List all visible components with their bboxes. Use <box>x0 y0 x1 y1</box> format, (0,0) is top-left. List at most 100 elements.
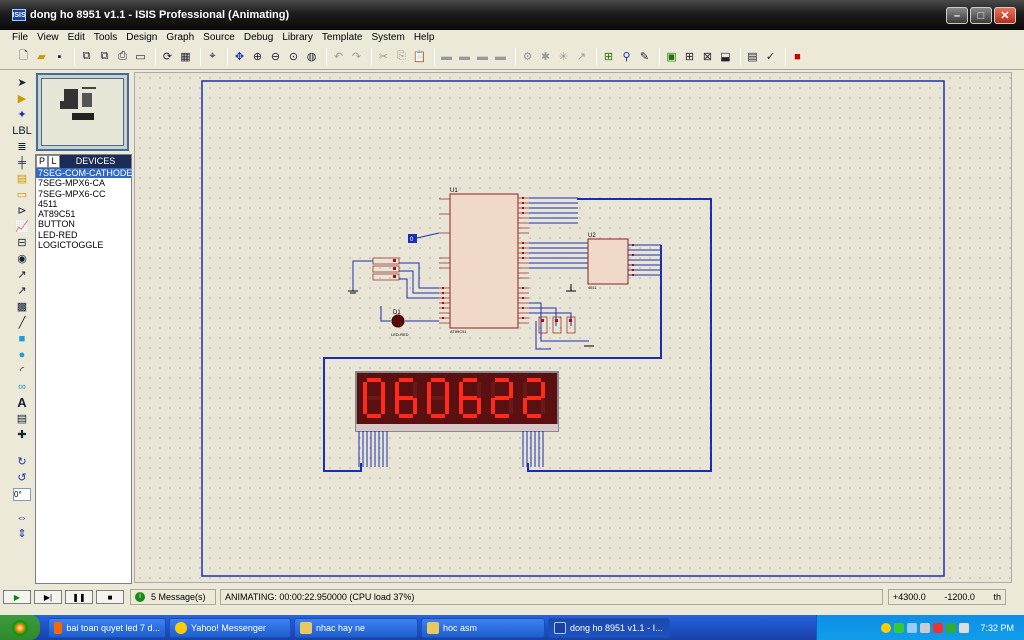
menu-tools[interactable]: Tools <box>94 32 117 43</box>
start-button[interactable] <box>0 615 40 640</box>
zoom-all-icon[interactable]: ⊙ <box>286 49 301 64</box>
text-2d-icon[interactable]: A <box>14 395 30 410</box>
menu-system[interactable]: System <box>371 32 404 43</box>
import-icon[interactable]: ⧉ <box>79 49 94 64</box>
menu-template[interactable]: Template <box>322 32 363 43</box>
device-pins-icon[interactable]: ⊳ <box>14 203 30 218</box>
network-tray-icon[interactable] <box>907 622 918 633</box>
print-area-icon[interactable]: ▭ <box>133 49 148 64</box>
bill-of-materials-icon[interactable]: ▤ <box>745 49 760 64</box>
make-device-icon[interactable]: ✱ <box>538 49 553 64</box>
taskbar-item[interactable]: hoc asm <box>421 617 545 638</box>
pause-button[interactable]: ❚❚ <box>65 590 93 604</box>
selection-mode-icon[interactable]: ➤ <box>14 75 30 90</box>
rotate-clockwise-icon[interactable]: ↻ <box>14 454 30 469</box>
taskbar-item[interactable]: bai toan quyet led 7 d... <box>48 617 166 638</box>
messages-box[interactable]: i 5 Message(s) <box>130 589 216 605</box>
device-item[interactable]: 7SEG-COM-CATHODE <box>36 168 132 179</box>
paste-icon[interactable]: 📋 <box>412 49 427 64</box>
export-icon[interactable]: ⧉ <box>97 49 112 64</box>
taskbar-item[interactable]: nhac hay ne <box>294 617 418 638</box>
box-2d-icon[interactable]: ■ <box>14 331 30 346</box>
remove-sheet-icon[interactable]: ⊠ <box>700 49 715 64</box>
redo-icon[interactable]: ↷ <box>349 49 364 64</box>
decompose-icon[interactable]: ↗ <box>574 49 589 64</box>
pick-device-button[interactable]: P <box>36 155 48 168</box>
add-sheet-icon[interactable]: ⊞ <box>682 49 697 64</box>
menu-debug[interactable]: Debug <box>244 32 273 43</box>
taskbar-item[interactable]: Yahoo! Messenger <box>169 617 291 638</box>
origin-icon[interactable]: ⌖ <box>205 49 220 64</box>
rotation-angle-field[interactable] <box>13 488 31 501</box>
path-2d-icon[interactable]: ∞ <box>14 379 30 394</box>
menu-file[interactable]: File <box>12 32 28 43</box>
wire-label-icon[interactable]: LBL <box>12 123 32 138</box>
electrical-check-icon[interactable]: ✓ <box>763 49 778 64</box>
schematic-canvas[interactable]: U1 AT89C51 U2 4511 0 D1 LED-RED <box>134 72 1012 583</box>
device-item[interactable]: LOGICTOGGLE <box>36 240 131 250</box>
volume-tray-icon[interactable] <box>959 622 970 633</box>
property-tool-icon[interactable]: ✎ <box>637 49 652 64</box>
flag-tray-icon[interactable] <box>894 622 905 633</box>
rotate-anticlockwise-icon[interactable]: ↺ <box>14 470 30 485</box>
mirror-x-icon[interactable]: ⇔ <box>14 510 30 525</box>
circle-2d-icon[interactable]: ● <box>14 347 30 362</box>
wire-autorouter-icon[interactable]: ⊞ <box>601 49 616 64</box>
marker-2d-icon[interactable]: ✚ <box>14 427 30 442</box>
junction-dot-icon[interactable]: ✦ <box>14 107 30 122</box>
save-icon[interactable]: ▪ <box>52 49 67 64</box>
device-item[interactable]: LED-RED <box>36 230 131 240</box>
tape-recorder-icon[interactable]: ⊟ <box>14 235 30 250</box>
stop-button[interactable]: ■ <box>96 590 124 604</box>
virtual-instruments-icon[interactable]: ▩ <box>14 299 30 314</box>
close-button[interactable]: ✕ <box>994 7 1016 24</box>
play-button[interactable]: ▶ <box>3 590 31 604</box>
block-delete-icon[interactable]: ▬ <box>493 49 508 64</box>
menu-view[interactable]: View <box>37 32 59 43</box>
graph-mode-icon[interactable]: 📈 <box>14 219 30 234</box>
menu-help[interactable]: Help <box>414 32 435 43</box>
block-move-icon[interactable]: ▬ <box>457 49 472 64</box>
menu-design[interactable]: Design <box>126 32 157 43</box>
symbol-2d-icon[interactable]: ▤ <box>14 411 30 426</box>
generator-icon[interactable]: ◉ <box>14 251 30 266</box>
device-item[interactable]: 4511 <box>36 199 131 209</box>
block-rotate-icon[interactable]: ▬ <box>475 49 490 64</box>
step-button[interactable]: ▶| <box>34 590 62 604</box>
zoom-in-icon[interactable]: ⊕ <box>250 49 265 64</box>
block-copy-icon[interactable]: ▬ <box>439 49 454 64</box>
pick-device-icon[interactable]: ⚙ <box>520 49 535 64</box>
subcircuit-icon[interactable]: ▤ <box>14 171 30 186</box>
new-file-icon[interactable]: 🗋 <box>16 49 31 64</box>
arc-2d-icon[interactable]: ◜ <box>14 363 30 378</box>
device-item[interactable]: 7SEG-MPX6-CA <box>36 178 131 188</box>
cut-icon[interactable]: ✂ <box>376 49 391 64</box>
device-item[interactable]: 7SEG-MPX6-CC <box>36 189 131 199</box>
messenger-tray-icon[interactable] <box>881 622 892 633</box>
menu-edit[interactable]: Edit <box>68 32 85 43</box>
bus-icon[interactable]: ╪ <box>14 155 30 170</box>
netlist-to-ares-icon[interactable]: ■ <box>790 49 805 64</box>
mirror-y-icon[interactable]: ⇕ <box>14 526 30 541</box>
terminals-icon[interactable]: ▭ <box>14 187 30 202</box>
device-item[interactable]: BUTTON <box>36 219 131 229</box>
grid-icon[interactable]: ▦ <box>178 49 193 64</box>
print-icon[interactable]: ⎙ <box>115 49 130 64</box>
library-manager-button[interactable]: L <box>48 155 60 168</box>
maximize-button[interactable]: □ <box>970 7 992 24</box>
goto-sheet-icon[interactable]: ⬓ <box>718 49 733 64</box>
zoom-out-icon[interactable]: ⊖ <box>268 49 283 64</box>
text-script-icon[interactable]: ≣ <box>14 139 30 154</box>
title-bar[interactable]: ISIS dong ho 8951 v1.1 - ISIS Profession… <box>0 0 1024 30</box>
packaging-icon[interactable]: ✳ <box>556 49 571 64</box>
pan-icon[interactable]: ✥ <box>232 49 247 64</box>
menu-graph[interactable]: Graph <box>166 32 194 43</box>
zoom-area-icon[interactable]: ◍ <box>304 49 319 64</box>
menu-library[interactable]: Library <box>282 32 313 43</box>
menu-source[interactable]: Source <box>203 32 235 43</box>
signal-tray-icon[interactable] <box>920 622 931 633</box>
undo-icon[interactable]: ↶ <box>331 49 346 64</box>
voltage-probe-icon[interactable]: ↗ <box>14 267 30 282</box>
current-probe-icon[interactable]: ↗ <box>14 283 30 298</box>
security-tray-icon[interactable] <box>933 622 944 633</box>
